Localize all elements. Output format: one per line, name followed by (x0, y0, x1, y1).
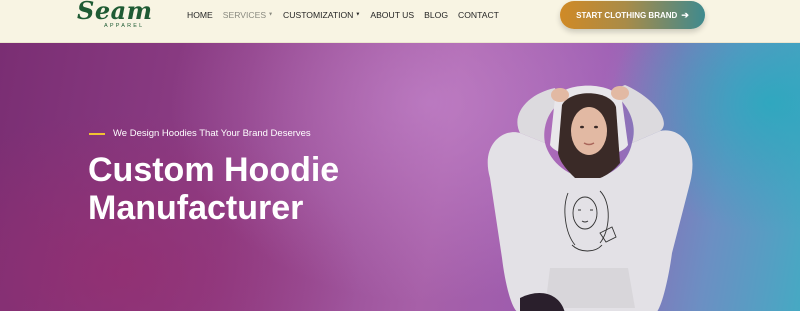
hero-title: Custom Hoodie Manufacturer (88, 151, 339, 227)
hero-eyebrow-text: We Design Hoodies That Your Brand Deserv… (113, 128, 311, 139)
logo-wordmark: Seam (77, 0, 153, 25)
brand-logo[interactable]: Seam APPAREL (77, 0, 165, 30)
start-clothing-brand-button[interactable]: START CLOTHING BRAND ➔ (560, 1, 705, 29)
nav-item-label: BLOG (424, 10, 449, 20)
nav-item-about-us[interactable]: ABOUT US (370, 10, 414, 20)
nav-item-home[interactable]: HOME (187, 10, 213, 20)
nav-item-contact[interactable]: CONTACT (458, 10, 499, 20)
hero-title-line-1: Custom Hoodie (88, 151, 340, 189)
nav-item-label: HOME (187, 10, 213, 20)
caret-down-icon: ▼ (355, 11, 361, 18)
hero-title-line-2: Manufacturer (88, 189, 304, 227)
arrow-right-icon: ➔ (681, 9, 689, 20)
hero-section: We Design Hoodies That Your Brand Deserv… (0, 43, 800, 311)
nav-item-services[interactable]: SERVICES ▼ (223, 10, 273, 20)
cta-label: START CLOTHING BRAND (576, 10, 678, 20)
nav-item-label: CUSTOMIZATION (283, 10, 354, 20)
hero-eyebrow: We Design Hoodies That Your Brand Deserv… (89, 128, 311, 139)
hero-model-image (487, 85, 693, 311)
caret-down-icon: ▼ (268, 11, 274, 18)
site-header: Seam APPAREL HOME SERVICES ▼ CUSTOMIZATI… (0, 0, 800, 43)
nav-item-blog[interactable]: BLOG (424, 10, 448, 20)
nav-item-label: CONTACT (458, 10, 499, 20)
logo-tagline: APPAREL (104, 23, 145, 29)
nav-item-label: SERVICES (222, 10, 267, 20)
main-nav: HOME SERVICES ▼ CUSTOMIZATION ▼ ABOUT US… (187, 10, 509, 20)
accent-line (89, 132, 105, 135)
nav-item-label: ABOUT US (370, 10, 415, 20)
nav-item-customization[interactable]: CUSTOMIZATION ▼ (283, 10, 360, 20)
